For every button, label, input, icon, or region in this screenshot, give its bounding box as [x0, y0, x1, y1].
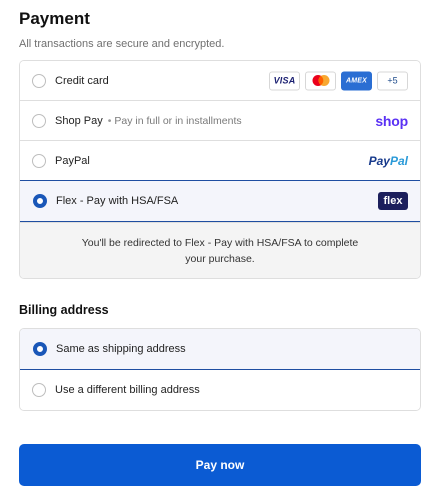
mastercard-icon [305, 71, 336, 90]
checkout-payment-section: Payment All transactions are secure and … [19, 8, 421, 486]
flex-logo: flex [378, 192, 408, 210]
paypal-logo-part2: Pal [389, 153, 408, 168]
radio-same-address[interactable] [33, 342, 47, 356]
shop-pay-logo: shop [375, 112, 408, 129]
option-label: Flex - Pay with HSA/FSA [56, 195, 179, 207]
bullet-separator: • [107, 114, 112, 127]
redirect-message: You'll be redirected to Flex - Pay with … [20, 222, 420, 278]
billing-title: Billing address [19, 303, 109, 317]
visa-text: VISA [273, 75, 296, 86]
billing-option-same[interactable]: Same as shipping address [20, 329, 420, 370]
payment-method-group: Credit card VISA AMEX +5 Shop Pay • Pay i… [19, 60, 421, 279]
paypal-logo-part1: Pay [368, 153, 390, 168]
shop-pay-sublabel: Pay in full or in installments [114, 114, 242, 127]
option-label: Credit card [55, 74, 109, 87]
radio-different-address[interactable] [32, 383, 46, 397]
payment-option-paypal[interactable]: PayPal PayPal [20, 141, 420, 181]
radio-shop-pay[interactable] [32, 113, 46, 128]
flex-logo-wrap: flex [378, 192, 408, 210]
paypal-logo: PayPal [369, 154, 408, 168]
payment-subtitle: All transactions are secure and encrypte… [19, 38, 225, 50]
shop-pay-logo-wrap: shop [375, 113, 408, 129]
billing-option-different[interactable]: Use a different billing address [20, 370, 420, 410]
amex-icon: AMEX [341, 71, 372, 90]
amex-text: AMEX [345, 77, 368, 84]
pay-now-button[interactable]: Pay now [19, 444, 421, 486]
payment-title: Payment [19, 9, 90, 28]
option-label: Use a different billing address [55, 384, 200, 396]
option-label: Same as shipping address [56, 343, 186, 355]
visa-icon: VISA [269, 71, 300, 90]
payment-option-shop-pay[interactable]: Shop Pay • Pay in full or in installments… [20, 101, 420, 141]
payment-option-credit-card[interactable]: Credit card VISA AMEX +5 [20, 61, 420, 101]
mastercard-circles [312, 75, 329, 86]
paypal-logo-wrap: PayPal [369, 154, 408, 168]
more-cards-badge: +5 [377, 71, 408, 90]
billing-address-group: Same as shipping address Use a different… [19, 328, 421, 411]
card-brands: VISA AMEX +5 [269, 71, 408, 90]
radio-credit-card[interactable] [32, 73, 46, 88]
option-label: PayPal [55, 154, 90, 167]
radio-flex-selected[interactable] [33, 194, 47, 208]
option-sublabel: • Pay in full or in installments [108, 115, 242, 127]
option-label: Shop Pay [55, 114, 103, 127]
radio-paypal[interactable] [32, 153, 46, 168]
payment-option-flex[interactable]: Flex - Pay with HSA/FSA flex [20, 180, 420, 222]
